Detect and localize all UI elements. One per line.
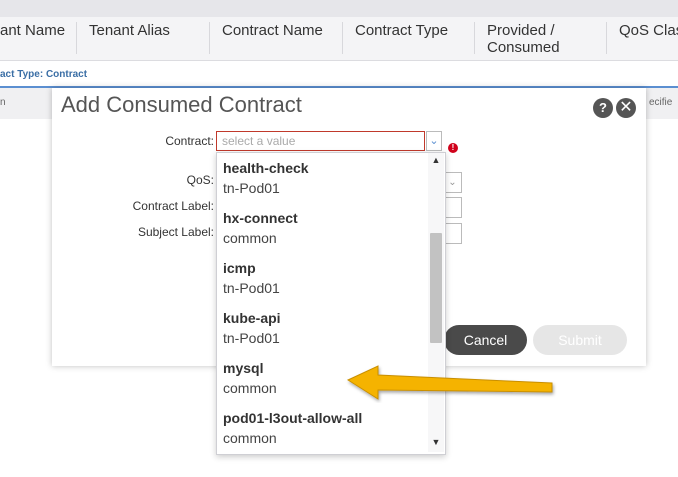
close-icon[interactable]: ✕ [616, 98, 636, 118]
annotation-arrow-icon [346, 365, 553, 400]
column-separator [342, 22, 343, 54]
list-item[interactable]: kube-api tn-Pod01 [223, 310, 423, 347]
scroll-up-icon[interactable]: ▲ [428, 155, 444, 167]
column-header-contract-name[interactable]: Contract Name [222, 22, 323, 39]
contract-option-tenant: tn-Pod01 [223, 330, 280, 346]
contract-placeholder: select a value [222, 134, 296, 148]
contract-option-tenant: tn-Pod01 [223, 280, 280, 296]
group-label[interactable]: act Type: Contract [0, 69, 87, 80]
row-cell-text: n [0, 97, 6, 108]
column-header-tenant-alias[interactable]: Tenant Alias [89, 22, 170, 39]
submit-button[interactable]: Submit [533, 325, 627, 355]
contract-option-name: health-check [223, 160, 309, 176]
cancel-button[interactable]: Cancel [444, 325, 527, 355]
contract-option-name: hx-connect [223, 210, 298, 226]
help-icon[interactable]: ? [593, 98, 613, 118]
contract-option-tenant: common [223, 430, 277, 446]
list-item[interactable]: icmp tn-Pod01 [223, 260, 423, 297]
list-item[interactable]: pod01-l3out-allow-all common [223, 410, 423, 447]
list-item[interactable]: hx-connect common [223, 210, 423, 247]
chevron-down-icon[interactable]: ⌄ [426, 131, 442, 151]
column-separator [76, 22, 77, 54]
column-separator [474, 22, 475, 54]
qos-label: QoS: [186, 173, 214, 187]
contract-label: Contract: [165, 134, 214, 148]
contract-select[interactable]: select a value [216, 131, 425, 151]
column-header-provided-consumed[interactable]: Provided / Consumed [487, 22, 567, 56]
contract-option-name: kube-api [223, 310, 281, 326]
column-separator [606, 22, 607, 54]
column-header-tenant-name[interactable]: ant Name [0, 22, 65, 39]
scrollbar-thumb[interactable] [430, 233, 442, 343]
group-row [0, 61, 678, 86]
dialog-title: Add Consumed Contract [61, 92, 302, 117]
contract-option-name: icmp [223, 260, 256, 276]
scroll-down-icon[interactable]: ▼ [428, 437, 444, 449]
contract-dropdown-list[interactable]: health-check tn-Pod01 hx-connect common … [216, 152, 446, 455]
column-separator [209, 22, 210, 54]
column-header-qos-class[interactable]: QoS Clas [619, 22, 678, 39]
contract-option-name: pod01-l3out-allow-all [223, 410, 363, 426]
row-cell-text: ecifie [649, 97, 673, 108]
contract-option-tenant: tn-Pod01 [223, 180, 280, 196]
column-header-contract-type[interactable]: Contract Type [355, 22, 448, 39]
top-band [0, 0, 678, 17]
contract-option-tenant: common [223, 230, 277, 246]
list-item[interactable]: health-check tn-Pod01 [223, 160, 423, 197]
error-icon: ! [448, 143, 458, 153]
dropdown-scrollbar[interactable]: ▲ ▼ [428, 153, 444, 452]
contract-label-label: Contract Label: [132, 199, 214, 213]
subject-label-label: Subject Label: [137, 225, 214, 239]
